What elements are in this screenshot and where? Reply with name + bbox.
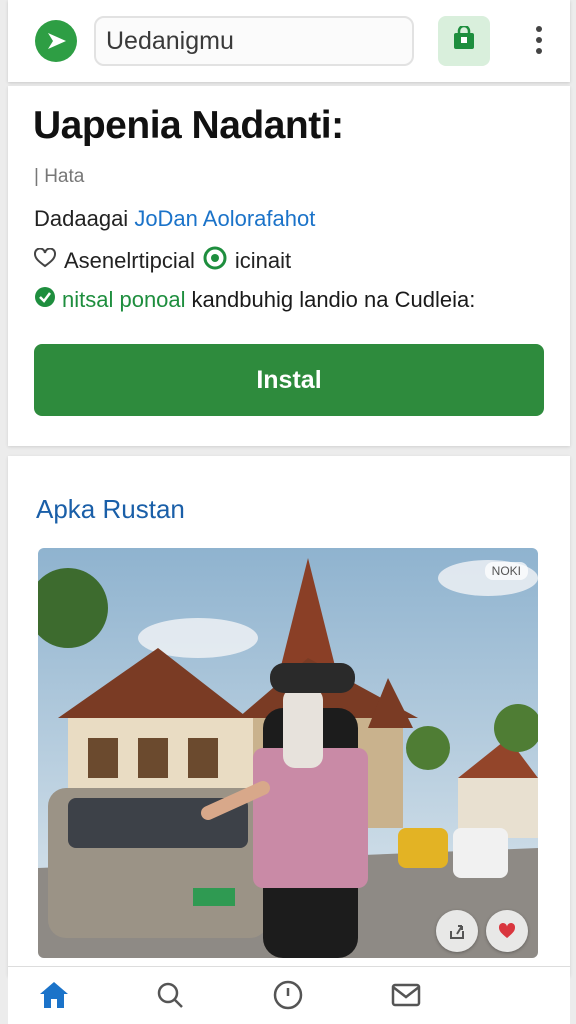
kebab-menu-icon[interactable] xyxy=(524,20,554,60)
install-button[interactable]: Instal xyxy=(34,344,544,416)
rating-suffix: icinait xyxy=(234,248,292,273)
nav-messages[interactable] xyxy=(388,979,424,1015)
top-app-bar: Uedanigmu xyxy=(8,0,570,82)
app-subtitle: | Hata xyxy=(34,166,85,187)
share-icon xyxy=(447,921,467,941)
heart-outline-icon[interactable] xyxy=(34,247,56,274)
nav-home[interactable] xyxy=(36,979,72,1015)
developer-prefix: Dadaagai xyxy=(34,206,129,231)
verified-prefix: nitsal ponoal xyxy=(62,287,186,312)
search-icon xyxy=(156,981,184,1014)
home-icon xyxy=(38,980,70,1015)
search-input[interactable]: Uedanigmu xyxy=(94,16,414,66)
search-input-value: Uedanigmu xyxy=(106,26,234,55)
clock-icon xyxy=(273,980,303,1015)
rating-text: Asenelrtipcial xyxy=(64,248,195,273)
section-title: Apka Rustan xyxy=(36,494,185,524)
bottom-navigation xyxy=(8,966,570,1024)
store-button[interactable] xyxy=(438,16,490,66)
nav-updates[interactable] xyxy=(270,979,306,1015)
app-title: Uapenia Nadanti: xyxy=(33,104,344,147)
share-button[interactable] xyxy=(436,910,478,952)
verified-line: nitsal ponoal kandbuhig landio na Cudleia… xyxy=(34,286,475,314)
nav-search[interactable] xyxy=(152,979,188,1015)
app-screenshot-photo[interactable]: NOKI xyxy=(38,548,538,958)
play-store-logo-icon[interactable] xyxy=(34,19,78,63)
store-bag-icon xyxy=(451,24,477,57)
developer-line: Dadaagai JoDan Aolorafahot xyxy=(34,206,315,232)
check-circle-icon xyxy=(34,286,56,314)
app-info-card: Uapenia Nadanti: | Hata Dadaagai JoDan A… xyxy=(8,86,570,446)
green-circle-icon xyxy=(203,246,227,276)
heart-filled-icon xyxy=(498,922,516,940)
verified-text: kandbuhig landio na Cudleia: xyxy=(191,287,476,312)
install-label: Instal xyxy=(256,365,322,394)
developer-link[interactable]: JoDan Aolorafahot xyxy=(134,206,315,231)
photo-badge: NOKI xyxy=(484,562,528,580)
like-button[interactable] xyxy=(486,910,528,952)
mail-icon xyxy=(391,983,421,1012)
screenshot-card: Apka Rustan NOKI xyxy=(8,456,570,976)
rating-line: Asenelrtipcial icinait xyxy=(34,246,291,276)
